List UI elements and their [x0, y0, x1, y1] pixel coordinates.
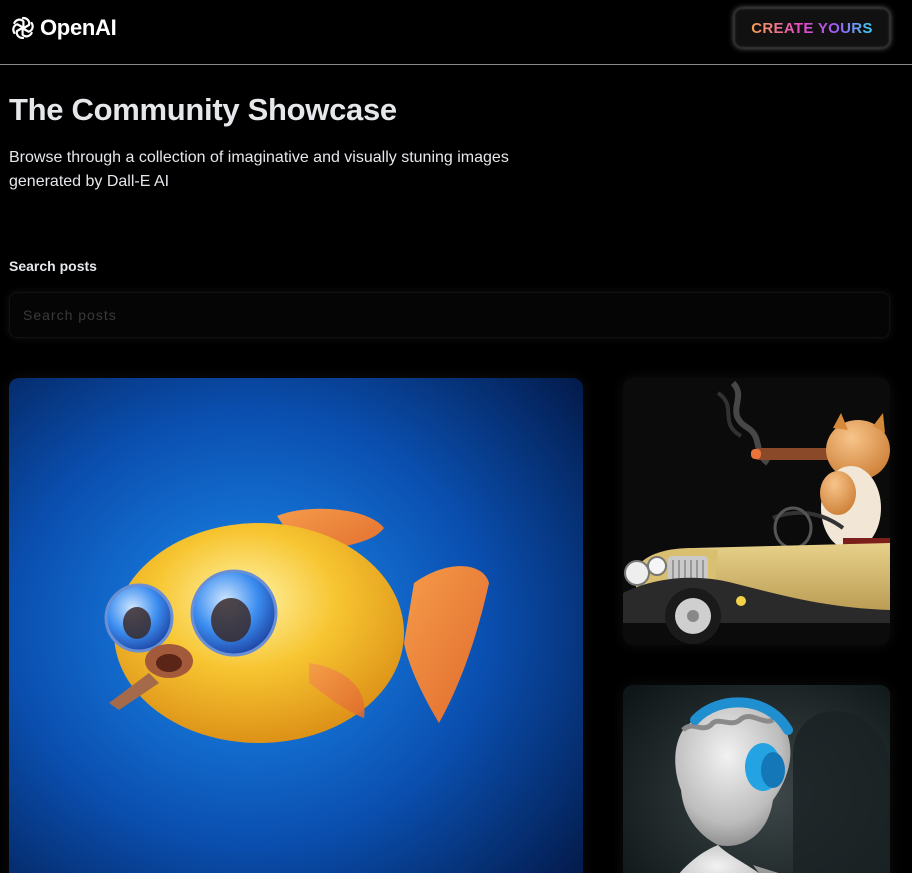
openai-logo-link[interactable]: OpenAI — [9, 14, 117, 42]
top-navbar: OpenAI CREATE YOURS — [0, 0, 912, 65]
page-subtitle: Browse through a collection of imaginati… — [9, 149, 509, 190]
gallery-card-fish[interactable] — [9, 378, 583, 873]
page-title: The Community Showcase — [9, 92, 397, 127]
openai-logo-icon — [12, 16, 34, 40]
gallery-card-cat[interactable] — [623, 378, 890, 645]
search-label: Search posts — [9, 258, 97, 274]
yellow-fish-image — [9, 378, 583, 873]
search-input[interactable] — [9, 292, 890, 338]
create-yours-button[interactable]: CREATE YOURS — [734, 8, 890, 48]
brand-name: OpenAI — [40, 15, 117, 40]
create-yours-label: CREATE YOURS — [751, 19, 873, 37]
cat-smoking-cigar-in-car-image — [623, 378, 890, 645]
statue-with-headphones-image — [623, 685, 890, 873]
gallery-card-statue[interactable] — [623, 685, 890, 873]
